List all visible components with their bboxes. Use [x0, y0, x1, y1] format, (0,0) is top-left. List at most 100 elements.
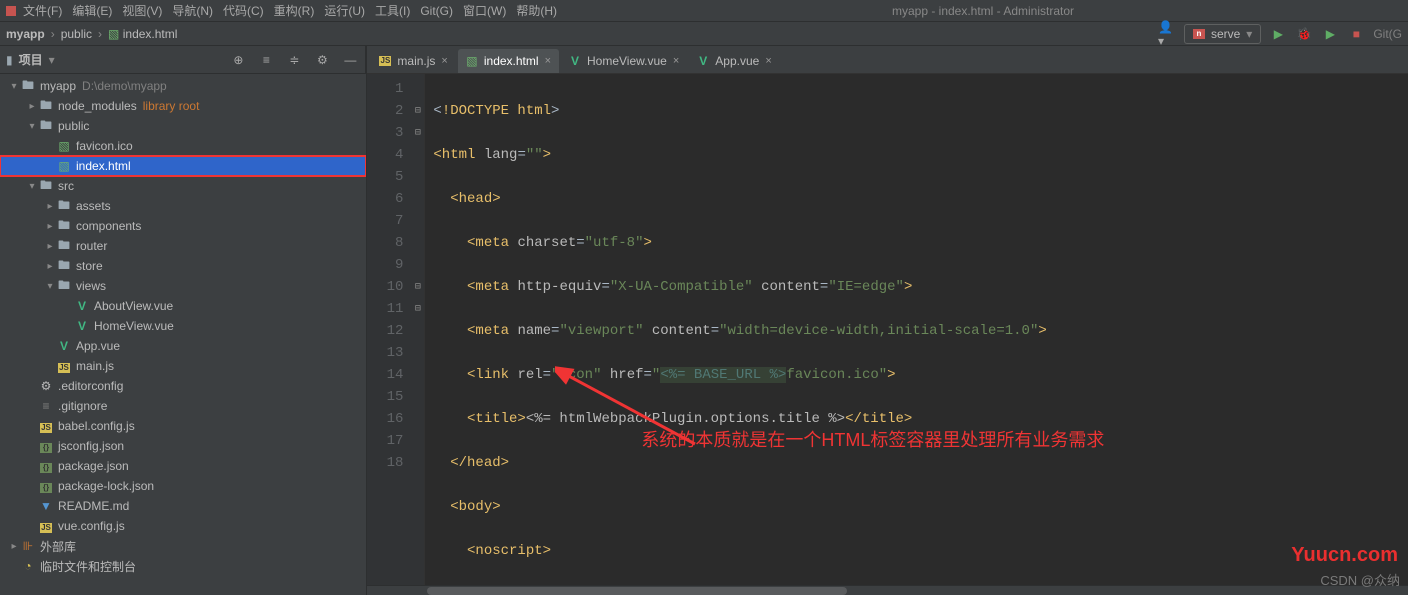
tree-item-store[interactable]: ▸🖿store	[0, 256, 366, 276]
chevron-icon[interactable]: ▾	[26, 121, 38, 132]
tab-homeview-vue[interactable]: VHomeView.vue×	[561, 49, 687, 73]
code-editor[interactable]: <!DOCTYPE html> <html lang=""> <head> <m…	[425, 74, 1408, 585]
tab-app-vue[interactable]: VApp.vue×	[689, 49, 779, 73]
tree-item-babel-config-js[interactable]: JS babel.config.js	[0, 416, 366, 436]
tree-item-assets[interactable]: ▸🖿assets	[0, 196, 366, 216]
chevron-icon[interactable]: ▾	[44, 281, 56, 292]
tree-item-package-lock-json[interactable]: {}package-lock.json	[0, 476, 366, 496]
coverage-button[interactable]: ▶	[1321, 25, 1339, 43]
fold-gutter[interactable]: ⊟⊟⊟⊟	[411, 74, 425, 585]
git-toolbar-label[interactable]: Git(G	[1373, 27, 1402, 41]
menu-code[interactable]: 代码(C)	[220, 2, 267, 19]
tree-item-router[interactable]: ▸🖿router	[0, 236, 366, 256]
file-icon: JS	[38, 419, 54, 433]
close-icon[interactable]: ×	[673, 55, 679, 67]
chevron-icon[interactable]: ▸	[26, 101, 38, 112]
file-icon: JS	[38, 519, 54, 533]
close-icon[interactable]: ×	[765, 55, 771, 67]
chevron-down-icon: ▾	[1246, 27, 1252, 41]
chevron-icon[interactable]: ▾	[8, 81, 20, 92]
chevron-down-icon[interactable]: ▾	[49, 53, 55, 67]
tree-item--[interactable]: ◔临时文件和控制台	[0, 556, 366, 576]
file-icon: ▧	[56, 159, 72, 173]
tree-item-views[interactable]: ▾🖿views	[0, 276, 366, 296]
user-icon[interactable]: 👤▾	[1158, 25, 1176, 43]
tree-label: router	[76, 239, 107, 253]
file-icon: 🖿	[56, 196, 72, 217]
tree-item-public[interactable]: ▾🖿public	[0, 116, 366, 136]
run-button[interactable]: ▶	[1269, 25, 1287, 43]
tree-item-favicon-ico[interactable]: ▧favicon.ico	[0, 136, 366, 156]
menu-run[interactable]: 运行(U)	[321, 2, 368, 19]
tree-label: views	[76, 279, 106, 293]
gear-icon[interactable]: ⚙	[313, 51, 331, 69]
tree-item-src[interactable]: ▾🖿src	[0, 176, 366, 196]
menu-navigate[interactable]: 导航(N)	[169, 2, 216, 19]
tree-item-myapp[interactable]: ▾🖿myappD:\demo\myapp	[0, 76, 366, 96]
menu-tools[interactable]: 工具(I)	[372, 2, 413, 19]
menu-window[interactable]: 窗口(W)	[460, 2, 509, 19]
tree-item-jsconfig-json[interactable]: {}jsconfig.json	[0, 436, 366, 456]
close-icon[interactable]: ×	[441, 55, 447, 67]
tab-main-js[interactable]: JSmain.js×	[371, 49, 455, 73]
tree-label: node_modules	[58, 99, 137, 113]
tree-item-node_modules[interactable]: ▸🖿node_modules library root	[0, 96, 366, 116]
tree-item-components[interactable]: ▸🖿components	[0, 216, 366, 236]
menu-help[interactable]: 帮助(H)	[513, 2, 560, 19]
tree-label: jsconfig.json	[58, 439, 124, 453]
file-icon: JS	[379, 55, 391, 67]
tree-label: 外部库	[40, 538, 76, 555]
tree-label: main.js	[76, 359, 114, 373]
file-icon: ≡	[38, 399, 54, 413]
hide-icon[interactable]: —	[341, 51, 359, 69]
horizontal-scrollbar[interactable]	[367, 585, 1408, 595]
file-icon: {}	[38, 459, 54, 473]
close-icon[interactable]: ×	[545, 55, 551, 67]
tree-item-index-html[interactable]: ▧index.html	[0, 156, 366, 176]
chevron-icon[interactable]: ▸	[44, 221, 56, 232]
tree-item-readme-md[interactable]: ▼README.md	[0, 496, 366, 516]
window-title: myapp - index.html - Administrator	[564, 4, 1402, 18]
chevron-icon[interactable]: ▸	[44, 201, 56, 212]
tree-item-app-vue[interactable]: VApp.vue	[0, 336, 366, 356]
file-icon: ▧	[56, 139, 72, 153]
tree-item--gitignore[interactable]: ≡.gitignore	[0, 396, 366, 416]
tree-label: vue.config.js	[58, 519, 125, 533]
project-sidebar: ▮ 项目 ▾ ⊕ ≡ ≑ ⚙ — ▾🖿myappD:\demo\myapp▸🖿n…	[0, 46, 367, 595]
file-icon: ◔	[20, 559, 36, 573]
tree-item--[interactable]: ▸⊪外部库	[0, 536, 366, 556]
tree-item-homeview-vue[interactable]: VHomeView.vue	[0, 316, 366, 336]
menu-refactor[interactable]: 重构(R)	[271, 2, 318, 19]
tree-item-aboutview-vue[interactable]: VAboutView.vue	[0, 296, 366, 316]
locate-icon[interactable]: ⊕	[229, 51, 247, 69]
file-icon: ⚙	[38, 379, 54, 393]
run-config-selector[interactable]: n serve ▾	[1184, 24, 1261, 44]
collapse-icon[interactable]: ≑	[285, 51, 303, 69]
project-panel-title: 项目	[19, 51, 43, 68]
expand-icon[interactable]: ≡	[257, 51, 275, 69]
menu-file[interactable]: 文件(F)	[20, 2, 65, 19]
tree-item-main-js[interactable]: JSmain.js	[0, 356, 366, 376]
stop-button[interactable]: ■	[1347, 25, 1365, 43]
chevron-icon[interactable]: ▸	[44, 241, 56, 252]
tab-index-html[interactable]: ▧index.html×	[458, 49, 559, 73]
chevron-icon[interactable]: ▸	[8, 541, 20, 552]
debug-button[interactable]: 🐞	[1295, 25, 1313, 43]
project-tree[interactable]: ▾🖿myappD:\demo\myapp▸🖿node_modules libra…	[0, 74, 366, 595]
menu-edit[interactable]: 编辑(E)	[69, 2, 115, 19]
tree-item--editorconfig[interactable]: ⚙.editorconfig	[0, 376, 366, 396]
tree-label: babel.config.js	[58, 419, 135, 433]
file-icon: V	[569, 55, 581, 67]
file-icon: ▧	[466, 55, 478, 67]
breadcrumb-file[interactable]: ▧ index.html	[108, 27, 177, 41]
chevron-icon[interactable]: ▾	[26, 181, 38, 192]
editor-area: JSmain.js×▧index.html×VHomeView.vue×VApp…	[367, 46, 1408, 595]
menu-git[interactable]: Git(G)	[417, 4, 456, 18]
menu-view[interactable]: 视图(V)	[119, 2, 165, 19]
tree-item-vue-config-js[interactable]: JS vue.config.js	[0, 516, 366, 536]
breadcrumb-root[interactable]: myapp	[6, 27, 45, 41]
tree-item-package-json[interactable]: {}package.json	[0, 456, 366, 476]
watermark: Yuucn.com	[1291, 544, 1398, 567]
breadcrumb-folder[interactable]: public	[61, 27, 92, 41]
chevron-icon[interactable]: ▸	[44, 261, 56, 272]
